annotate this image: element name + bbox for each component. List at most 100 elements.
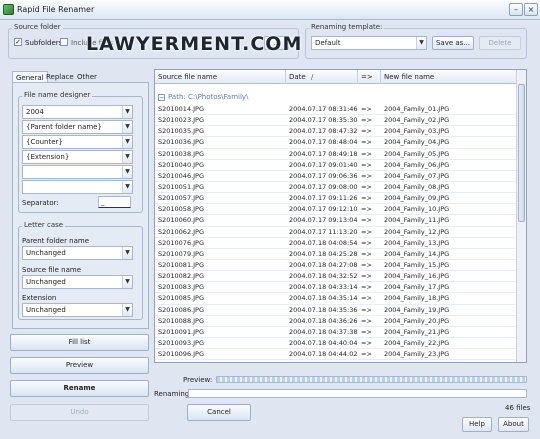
source-file-case-label: Source file name (22, 266, 82, 274)
new-file-name-cell: 2004_Family_19.JPG (384, 305, 450, 314)
minimize-button[interactable]: – (509, 3, 523, 16)
arrow-cell: => (361, 350, 372, 359)
table-row[interactable]: S2010038.JPG 2004.07.17 08:49:18 => 2004_Fa… (155, 149, 517, 160)
column-new-file-name[interactable]: New file name (381, 70, 517, 84)
table-row[interactable]: S2010051.JPG 2004.07.17 09:08:00 => 2004_Fa… (155, 182, 517, 194)
chevron-down-icon: ▼ (122, 106, 132, 118)
arrow-cell: => (361, 149, 372, 158)
date-cell: 2004.07.18 04:35:36 (289, 305, 358, 314)
rename-button[interactable]: Rename (10, 380, 149, 397)
template-select[interactable]: Default ▼ (311, 36, 427, 50)
new-file-name-cell: 2004_Family_21.JPG (384, 327, 450, 336)
table-row[interactable]: S2010083.JPG 2004.07.18 04:33:14 => 2004_Fa… (155, 282, 517, 294)
designer-field-1-value: 2004 (26, 108, 44, 116)
source-file-name-cell: S2010082.JPG (158, 272, 205, 281)
date-cell: 2004.07.17 08:48:04 (289, 138, 358, 147)
separator-input[interactable]: _ (98, 196, 131, 208)
separator-label: Separator: (22, 199, 59, 207)
include-files-checkbox[interactable] (60, 38, 68, 46)
close-button[interactable]: × (524, 3, 538, 16)
source-file-name-cell: S2010093.JPG (158, 338, 205, 347)
designer-field-2[interactable]: {Parent folder name} ▼ (22, 120, 133, 134)
path-group-row[interactable]: − Path: C:\Photos\Family\ (155, 90, 517, 104)
fill-list-button[interactable]: Fill list (10, 334, 149, 351)
file-rows: S2010014.JPG 2004.07.17 08:31:46 => 2004_Fa… (155, 104, 517, 361)
new-file-name-cell: 2004_Family_14.JPG (384, 249, 450, 258)
table-row[interactable]: S2010096.JPG 2004.07.18 04:44:02 => 2004_Fa… (155, 349, 517, 361)
table-row[interactable]: S2010057.JPG 2004.07.17 09:11:26 => 2004_Fa… (155, 193, 517, 205)
column-source-file-name[interactable]: Source file name (155, 70, 286, 84)
source-file-case-select[interactable]: Unchanged ▼ (22, 275, 133, 289)
table-row[interactable]: S2010079.JPG 2004.07.18 04:25:28 => 2004_Fa… (155, 249, 517, 260)
new-file-name-cell: 2004_Family_15.JPG (384, 260, 450, 269)
delete-button[interactable]: Delete (479, 36, 521, 50)
file-count: 46 files (505, 404, 531, 412)
table-row[interactable]: S2010093.JPG 2004.07.18 04:40:04 => 2004_Fa… (155, 338, 517, 350)
general-panel: File name designer 2004 ▼ {Parent folder … (12, 82, 149, 329)
chevron-down-icon: ▼ (122, 276, 132, 288)
renaming-progress-label: Renaming: (154, 390, 192, 398)
designer-field-4-value: {Extension} (26, 153, 70, 161)
table-row[interactable]: S2010076.JPG 2004.07.18 04:08:54 => 2004_Fa… (155, 238, 517, 249)
table-row[interactable]: S2010088.JPG 2004.07.18 04:36:26 => 2004_Fa… (155, 316, 517, 327)
source-file-case-value: Unchanged (26, 278, 66, 286)
table-row[interactable]: S2010014.JPG 2004.07.17 08:31:46 => 2004_Fa… (155, 104, 517, 116)
file-list-grid[interactable]: Source file name Date / => New file name … (154, 69, 527, 363)
preview-button[interactable]: Preview (10, 357, 149, 374)
file-name-designer-label: File name designer (22, 91, 93, 99)
new-file-name-cell: 2004_Family_09.JPG (384, 194, 450, 203)
table-row[interactable]: S2010046.JPG 2004.07.17 09:06:36 => 2004_Fa… (155, 171, 517, 182)
extension-case-label: Extension (22, 294, 57, 302)
arrow-cell: => (361, 327, 372, 336)
source-file-name-cell: S2010088.JPG (158, 316, 205, 325)
table-row[interactable]: S2010035.JPG 2004.07.17 08:47:32 => 2004_Fa… (155, 126, 517, 138)
date-cell: 2004.07.17 09:12:10 (289, 205, 358, 214)
designer-field-6[interactable]: ▼ (22, 180, 133, 194)
date-cell: 2004.07.17 09:08:00 (289, 182, 358, 191)
table-row[interactable]: S2010082.JPG 2004.07.18 04:32:52 => 2004_Fa… (155, 271, 517, 283)
source-file-name-cell: S2010036.JPG (158, 138, 205, 147)
path-label: Path: C:\Photos\Family\ (168, 93, 249, 101)
table-row[interactable]: S2010036.JPG 2004.07.17 08:48:04 => 2004_Fa… (155, 137, 517, 149)
table-row[interactable]: S2010086.JPG 2004.07.18 04:35:36 => 2004_Fa… (155, 305, 517, 316)
date-cell: 2004.07.18 04:37:38 (289, 327, 358, 336)
date-cell: 2004.07.17 09:01:40 (289, 160, 358, 169)
table-row[interactable]: S2010060.JPG 2004.07.17 09:13:04 => 2004_Fa… (155, 215, 517, 227)
undo-button[interactable]: Undo (10, 404, 149, 421)
table-row[interactable]: S2010091.JPG 2004.07.18 04:37:38 => 2004_Fa… (155, 327, 517, 338)
table-row[interactable]: S2010085.JPG 2004.07.18 04:35:14 => 2004_Fa… (155, 293, 517, 305)
cancel-button[interactable]: Cancel (187, 404, 251, 421)
window-close-icon: × (527, 5, 535, 14)
designer-field-3[interactable]: {Counter} ▼ (22, 135, 133, 149)
arrow-cell: => (361, 294, 372, 303)
collapse-icon[interactable]: − (158, 93, 165, 101)
table-row[interactable]: S2010081.JPG 2004.07.18 04:27:08 => 2004_Fa… (155, 260, 517, 272)
source-file-name-cell: S2010079.JPG (158, 249, 205, 258)
arrow-cell: => (361, 116, 372, 125)
chevron-down-icon: ▼ (122, 166, 132, 178)
table-row[interactable]: S2010023.JPG 2004.07.17 08:35:30 => 2004_Fa… (155, 115, 517, 127)
arrow-cell: => (361, 160, 372, 169)
save-as-button[interactable]: Save as... (432, 36, 474, 50)
source-file-name-cell: S2010038.JPG (158, 149, 205, 158)
table-row[interactable]: S2010062.JPG 2004.07.17 11:13:20 => 2004_Fa… (155, 227, 517, 238)
table-row[interactable]: S2010058.JPG 2004.07.17 09:12:10 => 2004_Fa… (155, 204, 517, 216)
chevron-down-icon: ▼ (122, 121, 132, 133)
column-date[interactable]: Date / (286, 70, 358, 84)
column-arrow[interactable]: => (358, 70, 381, 84)
designer-field-1[interactable]: 2004 ▼ (22, 105, 133, 119)
date-cell: 2004.07.18 04:40:04 (289, 338, 358, 347)
extension-case-select[interactable]: Unchanged ▼ (22, 303, 133, 317)
designer-field-5[interactable]: ▼ (22, 165, 133, 179)
parent-folder-case-select[interactable]: Unchanged ▼ (22, 246, 133, 260)
help-button[interactable]: Help (462, 417, 492, 432)
parent-folder-case-label: Parent folder name (22, 237, 90, 245)
vertical-scrollbar[interactable] (516, 70, 526, 362)
designer-field-4[interactable]: {Extension} ▼ (22, 150, 133, 164)
scrollbar-thumb[interactable] (518, 84, 525, 222)
source-file-name-cell: S2010086.JPG (158, 305, 205, 314)
about-button[interactable]: About (498, 417, 529, 432)
table-row[interactable]: S2010040.JPG 2004.07.17 09:01:40 => 2004_Fa… (155, 160, 517, 171)
subfolders-checkbox[interactable]: ✓ (14, 38, 22, 46)
chevron-down-icon: ▼ (122, 136, 132, 148)
